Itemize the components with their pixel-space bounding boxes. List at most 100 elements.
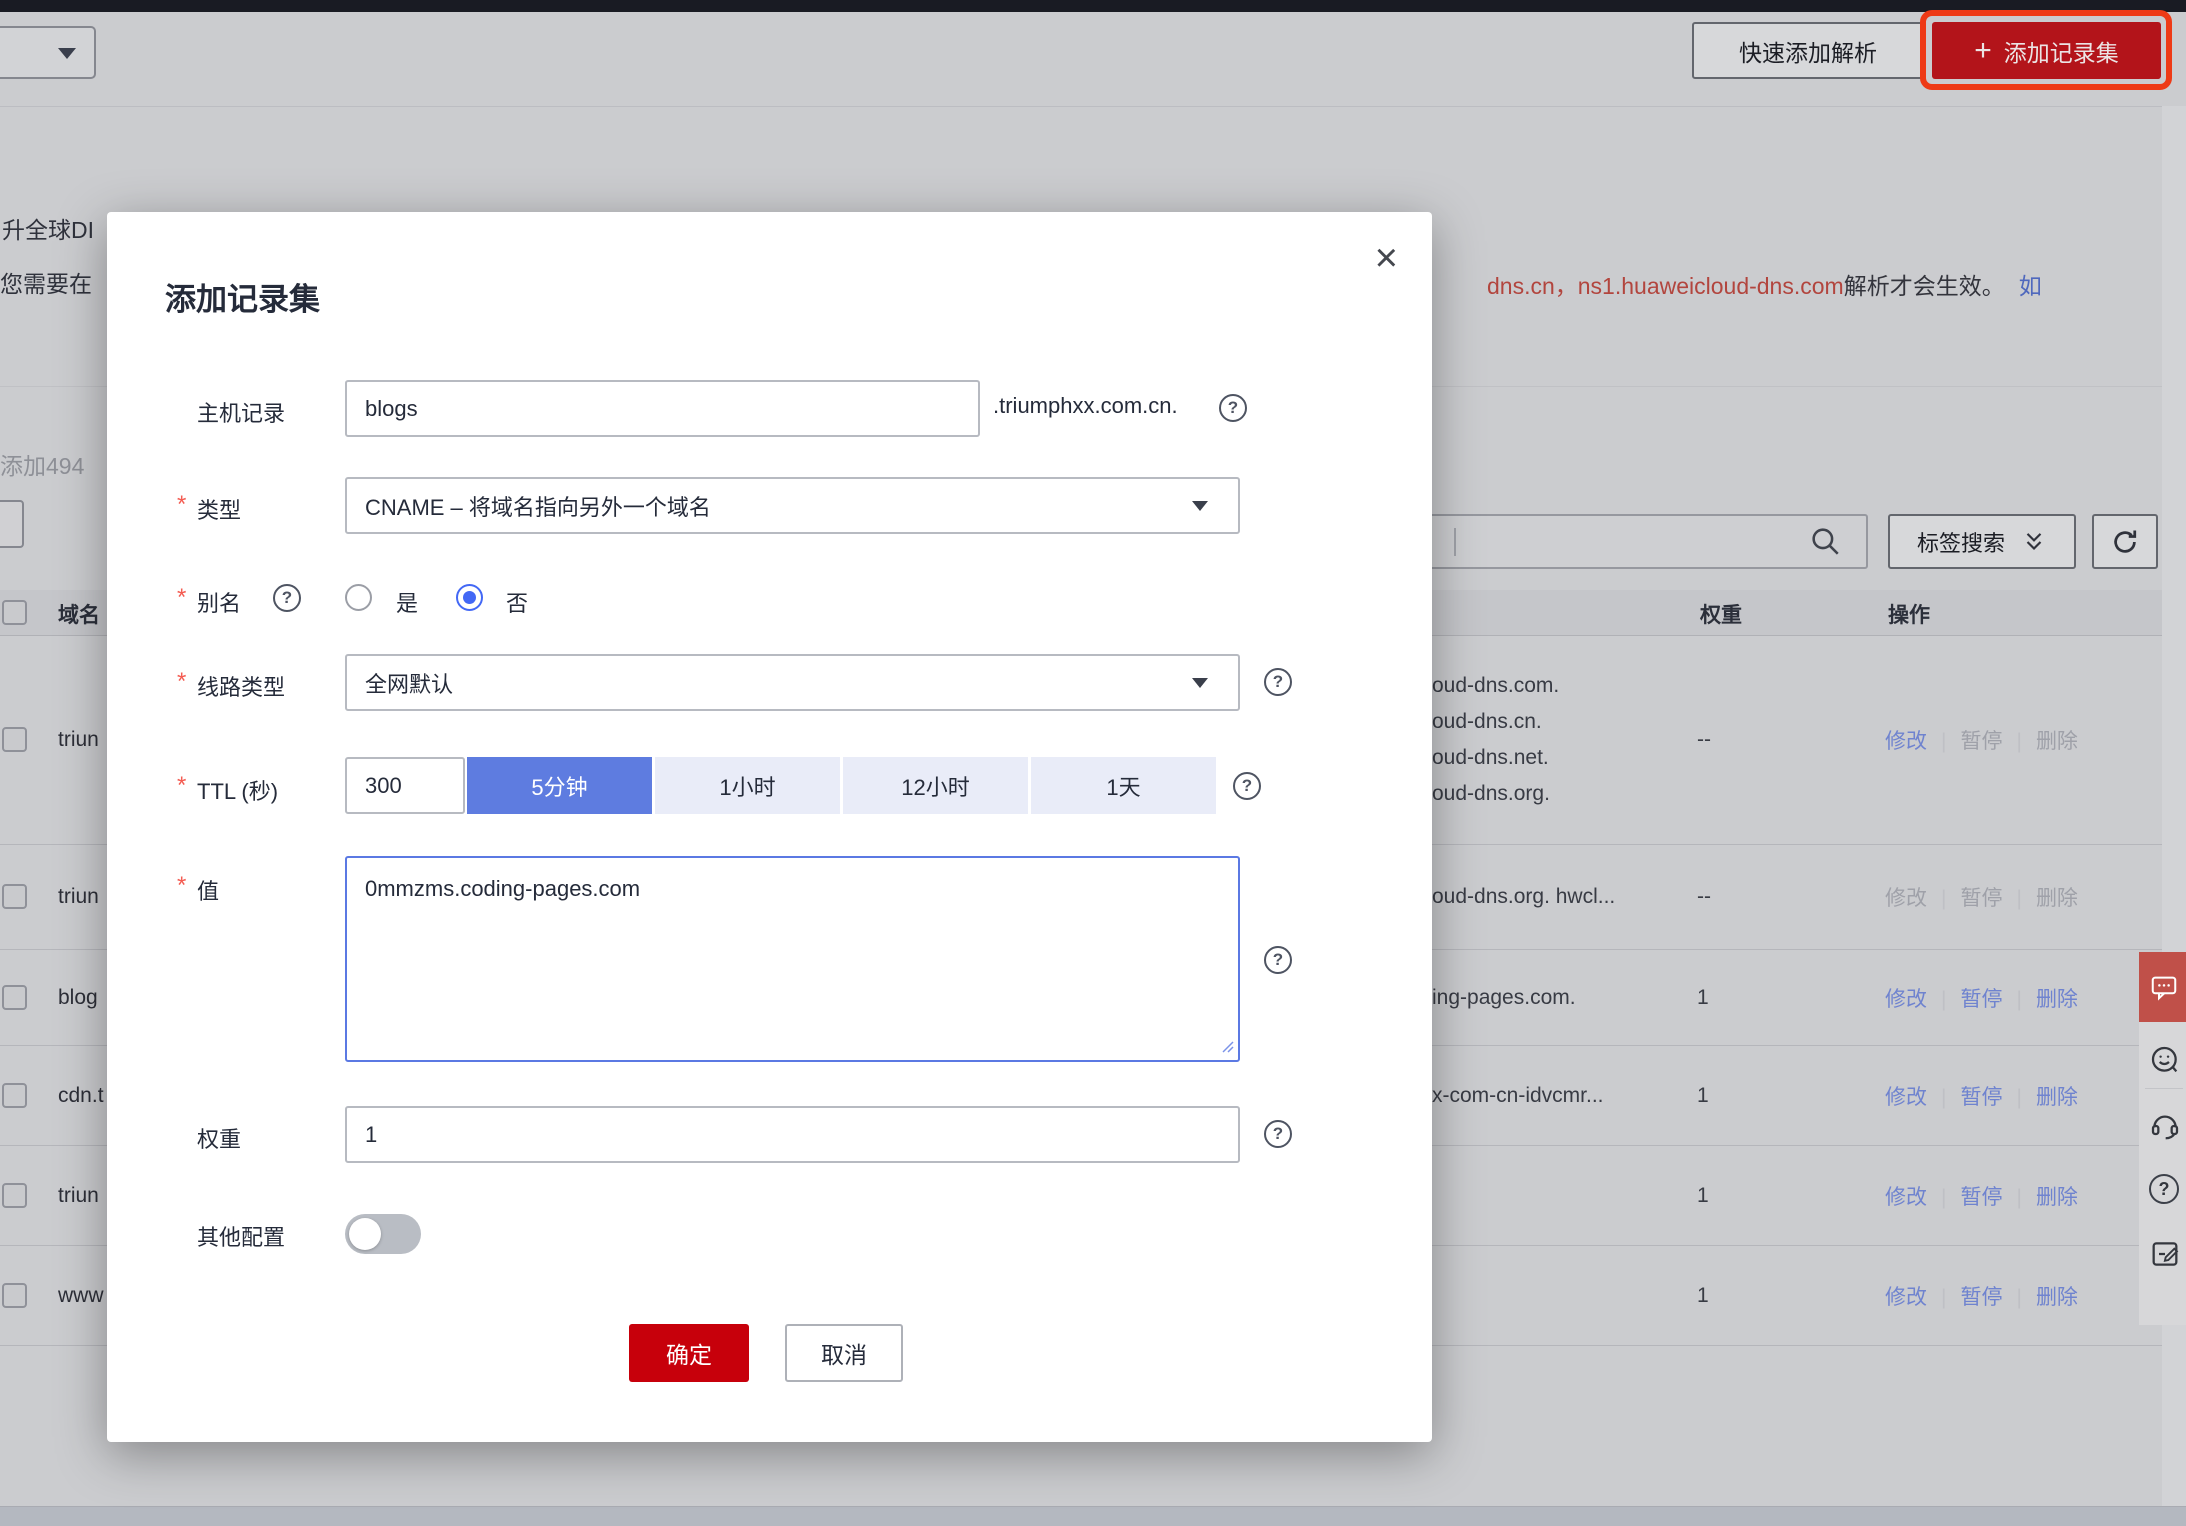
ttl-preset-button[interactable]: 12小时 [843,757,1028,814]
row-checkbox[interactable] [2,1283,27,1308]
line-type-select[interactable]: 全网默认 [345,654,1240,711]
alias-radio-no[interactable] [456,584,483,611]
action-separator: | [2016,1186,2021,1209]
cell-domain: triun [58,1184,99,1208]
ttl-input[interactable] [345,757,465,814]
column-header-weight: 权重 [1700,599,1742,629]
domain-switch-dropdown[interactable] [0,26,96,79]
cell-domain: triun [58,885,99,909]
ttl-help-icon[interactable]: ? [1233,772,1261,800]
tag-search-button[interactable]: 标签搜索 [1888,514,2076,569]
record-search-input[interactable] [1395,514,1868,569]
dialog-title: 添加记录集 [165,274,320,319]
other-config-toggle[interactable] [345,1214,421,1254]
action-link[interactable]: 修改 [1885,730,1927,753]
action-link[interactable]: 删除 [2036,1286,2078,1309]
ttl-preset-button[interactable]: 1小时 [655,757,840,814]
refresh-button[interactable] [2092,514,2158,569]
action-link[interactable]: 修改 [1885,988,1927,1011]
row-checkbox[interactable] [2,1083,27,1108]
chevron-down-icon [1192,501,1208,511]
notice-text-truncated-2: 您需要在 [0,265,92,299]
cell-weight: 1 [1697,1084,1709,1108]
nameserver-notice: dns.cn，ns1.huaweicloud-dns.com解析才会生效。如 [1487,267,2042,301]
chevron-down-icon [1192,678,1208,688]
weight-input[interactable] [345,1106,1240,1163]
value-help-icon[interactable]: ? [1264,946,1292,974]
feedback-chat-button[interactable] [2139,952,2186,1022]
row-checkbox[interactable] [2,1183,27,1208]
notice-text-truncated-1: 升全球DI [2,211,94,245]
column-header-actions: 操作 [1888,599,1930,629]
action-link[interactable]: 删除 [2036,1186,2078,1209]
action-link[interactable]: 删除 [2036,1086,2078,1109]
satisfaction-survey-icon[interactable] [2149,1044,2181,1076]
left-truncated-button[interactable] [0,500,24,548]
line-type-help-icon[interactable]: ? [1264,668,1292,696]
alias-yes-label: 是 [396,586,418,618]
action-link[interactable]: 暂停 [1960,1186,2002,1209]
weight-help-icon[interactable]: ? [1264,1120,1292,1148]
resize-grip-icon[interactable] [1219,1038,1235,1054]
type-select[interactable]: CNAME – 将域名指向另外一个域名 [345,477,1240,534]
ttl-preset-group: 5分钟1小时12小时1天 [467,757,1216,814]
action-separator: | [2016,988,2021,1011]
alias-radio-yes[interactable] [345,584,372,611]
cell-weight: -- [1697,885,1711,909]
host-record-input[interactable] [345,380,980,437]
record-count-text: 添加494 [0,447,84,481]
required-marker: * [177,872,186,900]
weight-label: 权重 [197,1122,241,1154]
action-link[interactable]: 删除 [2036,988,2078,1011]
action-link: 删除 [2036,887,2078,910]
double-chevron-down-icon [2021,529,2047,555]
action-link[interactable]: 修改 [1885,1186,1927,1209]
chevron-down-icon [58,48,76,59]
browser-top-bar [0,0,2186,12]
bottom-bar [0,1506,2186,1526]
row-checkbox[interactable] [2,727,27,752]
ttl-preset-button[interactable]: 5分钟 [467,757,652,814]
cell-domain: triun [58,728,99,752]
quick-add-resolution-button[interactable]: 快速添加解析 [1692,22,1924,79]
help-icon[interactable]: ? [2149,1174,2179,1204]
search-icon[interactable] [1808,524,1842,558]
cell-actions: 修改|暂停|删除 [1885,725,2078,755]
divider [2145,1088,2183,1089]
alias-help-icon[interactable]: ? [273,584,301,612]
action-link[interactable]: 暂停 [1960,1286,2002,1309]
line-type-value: 全网默认 [365,667,453,699]
ticket-form-icon[interactable] [2149,1238,2181,1270]
line-type-label: 线路类型 [197,670,285,702]
action-link[interactable]: 修改 [1885,1086,1927,1109]
select-all-checkbox[interactable] [2,600,27,625]
domain-suffix-text: .triumphxx.com.cn. [993,393,1178,419]
cell-value: oud-dns.com.oud-dns.cn.oud-dns.net.oud-d… [1432,636,1559,844]
cell-weight: 1 [1697,986,1709,1010]
required-marker: * [177,584,186,612]
value-textarea[interactable]: 0mmzms.coding-pages.com [345,856,1240,1062]
alias-no-label: 否 [506,586,528,618]
cell-actions: 修改|暂停|删除 [1885,983,2078,1013]
host-help-icon[interactable]: ? [1219,394,1247,422]
cancel-button[interactable]: 取消 [785,1324,903,1382]
value-label: 值 [197,874,219,906]
action-link[interactable]: 暂停 [1960,988,2002,1011]
cell-value: ing-pages.com. [1432,950,1576,1045]
cell-value: oud-dns.org. hwcl... [1432,845,1615,949]
nameserver-domains: dns.cn，ns1.huaweicloud-dns.com [1487,273,1844,299]
action-link[interactable]: 暂停 [1960,1086,2002,1109]
type-select-value: CNAME – 将域名指向另外一个域名 [365,490,711,522]
cell-weight: 1 [1697,1284,1709,1308]
notice-help-link[interactable]: 如 [2019,273,2042,299]
cell-actions: 修改|暂停|删除 [1885,1181,2078,1211]
toggle-knob [349,1218,381,1250]
cell-actions: 修改|暂停|删除 [1885,1281,2078,1311]
row-checkbox[interactable] [2,884,27,909]
support-headset-icon[interactable] [2149,1110,2181,1142]
action-link[interactable]: 修改 [1885,1286,1927,1309]
close-icon[interactable]: × [1375,238,1398,278]
confirm-button[interactable]: 确定 [629,1324,749,1382]
ttl-preset-button[interactable]: 1天 [1031,757,1216,814]
row-checkbox[interactable] [2,985,27,1010]
